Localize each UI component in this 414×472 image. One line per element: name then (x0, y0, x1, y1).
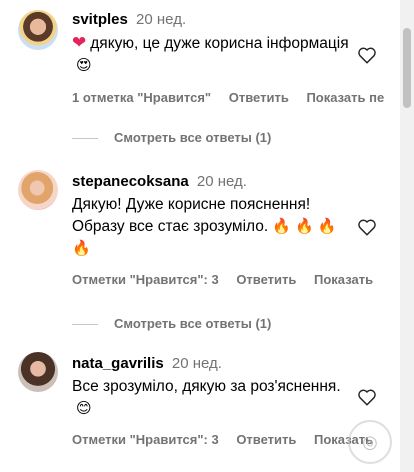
comment-body: stepanecoksana 20 нед. Дякую! Дуже корис… (72, 172, 354, 260)
view-replies-label: Смотреть все ответы (1) (114, 316, 272, 331)
comment-text: ❤ дякую, це дуже корисна інформація 😍 (72, 32, 354, 77)
watermark-logo: ◎ (348, 420, 392, 464)
avatar[interactable] (18, 170, 58, 210)
scrollbar-thumb[interactable] (403, 28, 411, 108)
comment-actions: 1 отметка "Нравится" Ответить Показать п… (72, 90, 414, 105)
comment-actions: Отметки "Нравится": 3 Ответить Показать (72, 272, 414, 287)
smiling-face-heart-eyes-emoji: 😍 (76, 57, 92, 74)
replies-divider-line (72, 138, 98, 140)
smiling-face-emoji: 😊 (76, 400, 92, 417)
replies-divider-line (72, 324, 98, 326)
timestamp[interactable]: 20 нед. (197, 173, 247, 190)
timestamp[interactable]: 20 нед. (172, 355, 222, 372)
heart-outline-icon[interactable] (356, 44, 378, 66)
comment-header: nata_gavrilis 20 нед. (72, 354, 354, 374)
comment-3: nata_gavrilis 20 нед. Все зрозуміло, дяк… (0, 348, 414, 438)
view-replies-button[interactable]: Смотреть все ответы (1) (72, 316, 271, 331)
username[interactable]: stepanecoksana (72, 173, 189, 190)
comment-body: nata_gavrilis 20 нед. Все зрозуміло, дяк… (72, 354, 354, 420)
scrollbar[interactable] (400, 0, 414, 472)
view-replies-label: Смотреть все ответы (1) (114, 130, 272, 145)
reply-button[interactable]: Ответить (229, 90, 289, 105)
comment-text-content: дякую, це дуже корисна інформація (90, 35, 349, 52)
comment-body: svitples 20 нед. ❤ дякую, це дуже корисна… (72, 10, 354, 77)
comment-header: stepanecoksana 20 нед. (72, 172, 354, 192)
comment-text: Все зрозуміло, дякую за роз'яснення. 😊 (72, 376, 354, 420)
comment-text: Дякую! Дуже корисне пояснення! Образу вс… (72, 194, 354, 260)
comment-header: svitples 20 нед. (72, 10, 354, 30)
reply-button[interactable]: Ответить (236, 272, 296, 287)
heart-outline-icon[interactable] (356, 216, 378, 238)
comment-thread: svitples 20 нед. ❤ дякую, це дуже корисна… (0, 0, 414, 472)
timestamp[interactable]: 20 нед. (136, 11, 186, 28)
username[interactable]: nata_gavrilis (72, 355, 164, 372)
view-replies-button[interactable]: Смотреть все ответы (1) (72, 130, 271, 145)
avatar[interactable] (18, 10, 58, 50)
comment-2: stepanecoksana 20 нед. Дякую! Дуже корис… (0, 166, 414, 266)
heart-emoji: ❤ (72, 33, 87, 52)
avatar[interactable] (18, 352, 58, 392)
heart-outline-icon[interactable] (356, 386, 378, 408)
show-translation-button[interactable]: Показать пе (306, 90, 384, 105)
comment-text-content: Все зрозуміло, дякую за роз'яснення. (72, 378, 341, 395)
likes-count-link[interactable]: Отметки "Нравится": 3 (72, 432, 219, 447)
reply-button[interactable]: Ответить (236, 432, 296, 447)
username[interactable]: svitples (72, 11, 128, 28)
show-translation-button[interactable]: Показать (314, 272, 373, 287)
likes-count-link[interactable]: 1 отметка "Нравится" (72, 90, 211, 105)
likes-count-link[interactable]: Отметки "Нравится": 3 (72, 272, 219, 287)
